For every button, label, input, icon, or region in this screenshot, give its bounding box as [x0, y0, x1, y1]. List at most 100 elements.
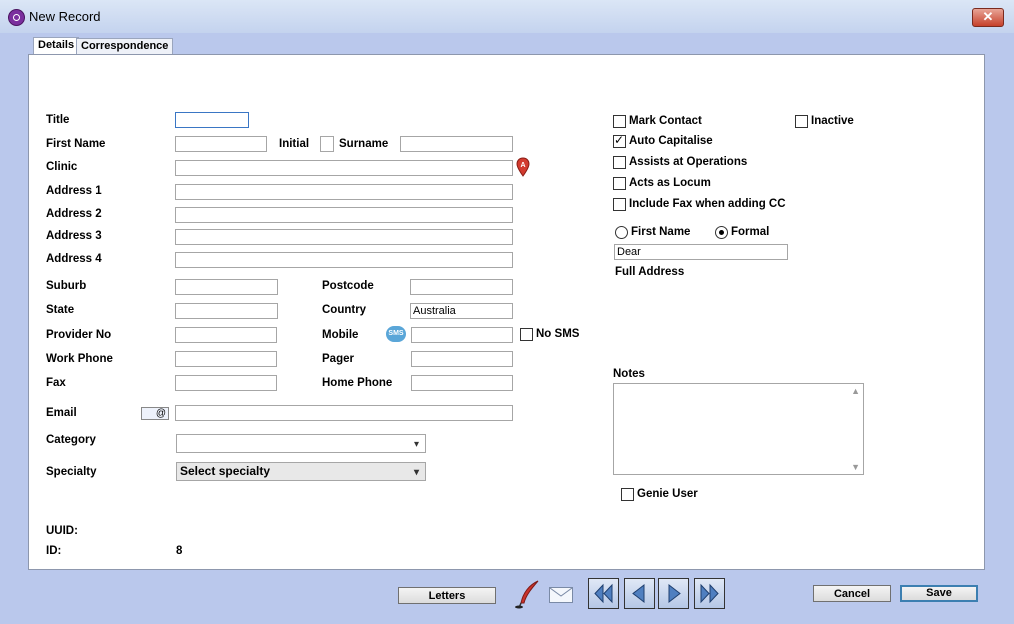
first-record-button[interactable] [588, 578, 619, 609]
tab-correspondence[interactable]: Correspondence [76, 38, 174, 54]
suburb-input[interactable] [175, 279, 278, 295]
salutation-input[interactable]: Dear [614, 244, 788, 260]
sms-icon[interactable]: SMS [386, 326, 406, 342]
tab-details[interactable]: Details [33, 37, 80, 54]
first-name-label: First Name [46, 138, 106, 150]
mark-contact-checkbox[interactable] [613, 115, 626, 128]
last-icon [700, 583, 719, 604]
scroll-up-icon[interactable]: ▲ [851, 386, 860, 396]
record-window: New Record ✕ Details Correspondence Titl… [0, 0, 1014, 624]
suburb-label: Suburb [46, 280, 87, 292]
fax-label: Fax [46, 377, 66, 389]
initial-input[interactable] [320, 136, 334, 152]
window-title: New Record [29, 9, 101, 24]
previous-record-button[interactable] [624, 578, 655, 609]
genie-user-label: Genie User [637, 488, 698, 500]
salutation-formal-radio[interactable] [715, 226, 728, 239]
specialty-value: Select specialty [180, 464, 271, 478]
genie-user-checkbox[interactable] [621, 488, 634, 501]
state-label: State [46, 304, 75, 316]
save-button[interactable]: Save [900, 585, 978, 602]
auto-capitalise-checkbox[interactable] [613, 133, 626, 148]
work-phone-input[interactable] [175, 351, 277, 367]
first-name-input[interactable] [175, 136, 267, 152]
title-label: Title [46, 114, 70, 126]
pager-input[interactable] [411, 351, 513, 367]
chevron-down-icon: ▾ [413, 439, 419, 450]
clinic-input[interactable] [175, 160, 513, 176]
address3-label: Address 3 [46, 230, 102, 242]
surname-input[interactable] [400, 136, 513, 152]
next-icon [668, 583, 681, 604]
title-bar[interactable]: New Record ✕ [0, 0, 1014, 33]
auto-capitalise-label: Auto Capitalise [629, 135, 713, 147]
first-icon [594, 583, 613, 604]
postcode-input[interactable] [410, 279, 513, 295]
previous-icon [632, 583, 645, 604]
notes-label: Notes [613, 368, 645, 380]
next-record-button[interactable] [658, 578, 689, 609]
notes-textarea[interactable]: ▲ ▼ [613, 383, 864, 475]
cancel-button[interactable]: Cancel [813, 585, 891, 602]
specialty-label: Specialty [46, 466, 97, 478]
category-label: Category [46, 434, 96, 446]
email-label: Email [46, 407, 77, 419]
salutation-first-name-label: First Name [631, 226, 691, 238]
address2-label: Address 2 [46, 208, 102, 220]
quill-pen-icon[interactable] [513, 579, 541, 609]
country-input[interactable]: Australia [410, 303, 513, 319]
last-record-button[interactable] [694, 578, 725, 609]
letters-button[interactable]: Letters [398, 587, 496, 604]
inactive-checkbox[interactable] [795, 115, 808, 128]
fax-input[interactable] [175, 375, 277, 391]
mark-contact-label: Mark Contact [629, 115, 702, 127]
assists-operations-checkbox[interactable] [613, 156, 626, 169]
chevron-down-icon: ▾ [413, 467, 419, 478]
svg-text:A: A [520, 162, 525, 169]
work-phone-label: Work Phone [46, 353, 113, 365]
acts-locum-checkbox[interactable] [613, 177, 626, 190]
assists-operations-label: Assists at Operations [629, 156, 748, 168]
scroll-down-icon[interactable]: ▼ [851, 462, 860, 472]
id-label: ID: [46, 545, 62, 557]
address3-input[interactable] [175, 229, 513, 245]
provider-no-label: Provider No [46, 329, 112, 341]
specialty-select[interactable]: Select specialty ▾ [176, 462, 426, 481]
email-icon[interactable]: @ [141, 407, 169, 420]
provider-no-input[interactable] [175, 327, 277, 343]
uuid-label: UUID: [46, 525, 78, 537]
full-address-label: Full Address [615, 266, 685, 278]
state-input[interactable] [175, 303, 278, 319]
country-label: Country [322, 304, 367, 316]
salutation-first-name-radio[interactable] [615, 226, 628, 239]
id-value: 8 [176, 545, 183, 557]
home-phone-label: Home Phone [322, 377, 393, 389]
home-phone-input[interactable] [411, 375, 513, 391]
title-input[interactable] [175, 112, 249, 128]
address4-input[interactable] [175, 252, 513, 268]
address1-label: Address 1 [46, 185, 102, 197]
inactive-label: Inactive [811, 115, 854, 127]
clinic-label: Clinic [46, 161, 78, 173]
postcode-label: Postcode [322, 280, 374, 292]
initial-label: Initial [279, 138, 310, 150]
mobile-label: Mobile [322, 329, 359, 341]
address4-label: Address 4 [46, 253, 102, 265]
address2-input[interactable] [175, 207, 513, 223]
close-button[interactable]: ✕ [972, 8, 1004, 27]
map-pin-icon[interactable]: A [516, 157, 530, 177]
acts-locum-label: Acts as Locum [629, 177, 711, 189]
address1-input[interactable] [175, 184, 513, 200]
mobile-input[interactable] [411, 327, 513, 343]
include-fax-checkbox[interactable] [613, 198, 626, 211]
pager-label: Pager [322, 353, 354, 365]
category-select[interactable]: ▾ [176, 434, 426, 453]
include-fax-label: Include Fax when adding CC [629, 198, 786, 210]
app-icon [8, 9, 25, 26]
surname-label: Surname [339, 138, 389, 150]
salutation-formal-label: Formal [731, 226, 770, 238]
no-sms-checkbox[interactable] [520, 328, 533, 341]
no-sms-label: No SMS [536, 328, 580, 340]
email-input[interactable] [175, 405, 513, 421]
envelope-icon[interactable] [549, 587, 573, 603]
